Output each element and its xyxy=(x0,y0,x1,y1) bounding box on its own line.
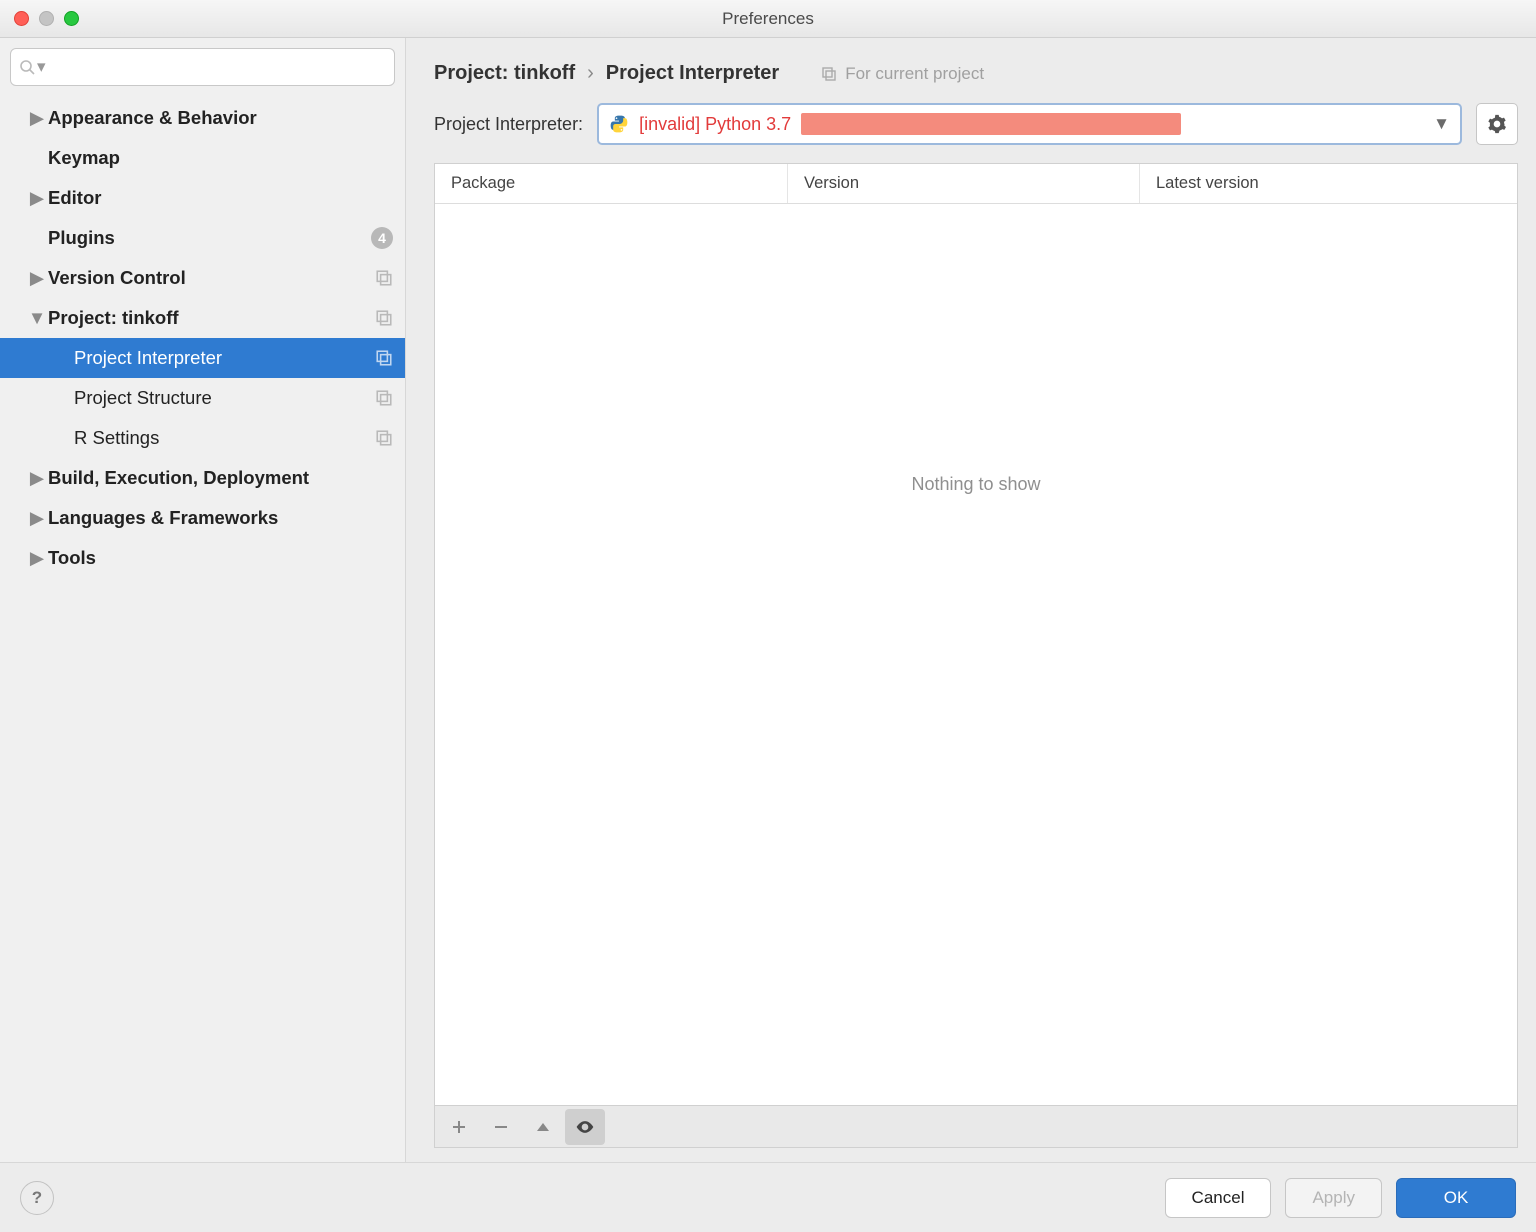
add-package-button[interactable] xyxy=(439,1109,479,1145)
scope-icon xyxy=(375,429,393,447)
sidebar-item-languages-frameworks[interactable]: ▶Languages & Frameworks xyxy=(0,498,405,538)
sidebar-item-appearance-behavior[interactable]: ▶Appearance & Behavior xyxy=(0,98,405,138)
dialog-footer: ? Cancel Apply OK xyxy=(0,1162,1536,1232)
remove-package-button[interactable] xyxy=(481,1109,521,1145)
show-early-releases-button[interactable] xyxy=(565,1109,605,1145)
sidebar-item-editor[interactable]: ▶Editor xyxy=(0,178,405,218)
cancel-button[interactable]: Cancel xyxy=(1165,1178,1272,1218)
apply-button: Apply xyxy=(1285,1178,1382,1218)
scope-icon xyxy=(375,349,393,367)
plus-icon xyxy=(451,1119,467,1135)
sidebar-item-tools[interactable]: ▶Tools xyxy=(0,538,405,578)
col-version[interactable]: Version xyxy=(788,164,1140,203)
scope-icon xyxy=(375,389,393,407)
sidebar: ▾ ▶Appearance & Behavior Keymap ▶Editor … xyxy=(0,38,406,1162)
minus-icon xyxy=(493,1119,509,1135)
question-icon: ? xyxy=(32,1188,42,1208)
chevron-right-icon: › xyxy=(587,62,594,85)
sidebar-item-r-settings[interactable]: R Settings xyxy=(0,418,405,458)
table-toolbar xyxy=(435,1105,1517,1147)
eye-icon xyxy=(575,1117,595,1137)
col-latest[interactable]: Latest version xyxy=(1140,164,1517,203)
python-icon xyxy=(609,114,629,134)
table-body-empty: Nothing to show xyxy=(435,204,1517,1105)
triangle-up-icon xyxy=(536,1120,550,1134)
plugins-badge: 4 xyxy=(371,227,393,249)
main-panel: Project: tinkoff › Project Interpreter F… xyxy=(406,38,1536,1162)
chevron-down-icon: ▼ xyxy=(1433,114,1450,134)
breadcrumb-leaf: Project Interpreter xyxy=(606,62,779,85)
interpreter-path-redacted xyxy=(801,113,1181,135)
packages-table: Package Version Latest version Nothing t… xyxy=(434,163,1518,1148)
table-header: Package Version Latest version xyxy=(435,164,1517,204)
gear-icon xyxy=(1487,114,1507,134)
settings-tree: ▶Appearance & Behavior Keymap ▶Editor Pl… xyxy=(0,92,405,1162)
scope-hint: For current project xyxy=(821,64,984,84)
search-icon xyxy=(19,59,35,75)
upgrade-package-button[interactable] xyxy=(523,1109,563,1145)
sidebar-item-project-interpreter[interactable]: Project Interpreter xyxy=(0,338,405,378)
titlebar: Preferences xyxy=(0,0,1536,38)
sidebar-item-version-control[interactable]: ▶Version Control xyxy=(0,258,405,298)
breadcrumb: Project: tinkoff › Project Interpreter F… xyxy=(434,54,1518,103)
help-button[interactable]: ? xyxy=(20,1181,54,1215)
scope-icon xyxy=(375,309,393,327)
scope-icon xyxy=(375,269,393,287)
breadcrumb-root[interactable]: Project: tinkoff xyxy=(434,62,575,85)
sidebar-item-project-tinkoff[interactable]: ▼Project: tinkoff xyxy=(0,298,405,338)
sidebar-item-plugins[interactable]: Plugins 4 xyxy=(0,218,405,258)
interpreter-label: Project Interpreter: xyxy=(434,114,583,135)
interpreter-value: [invalid] Python 3.7 xyxy=(639,114,791,135)
scope-icon xyxy=(821,66,837,82)
search-input[interactable]: ▾ xyxy=(10,48,395,86)
interpreter-settings-button[interactable] xyxy=(1476,103,1518,145)
window-title: Preferences xyxy=(0,9,1536,29)
ok-button[interactable]: OK xyxy=(1396,1178,1516,1218)
sidebar-item-keymap[interactable]: Keymap xyxy=(0,138,405,178)
sidebar-item-build-execution-deployment[interactable]: ▶Build, Execution, Deployment xyxy=(0,458,405,498)
col-package[interactable]: Package xyxy=(435,164,788,203)
interpreter-select[interactable]: [invalid] Python 3.7 ▼ xyxy=(597,103,1462,145)
sidebar-item-project-structure[interactable]: Project Structure xyxy=(0,378,405,418)
